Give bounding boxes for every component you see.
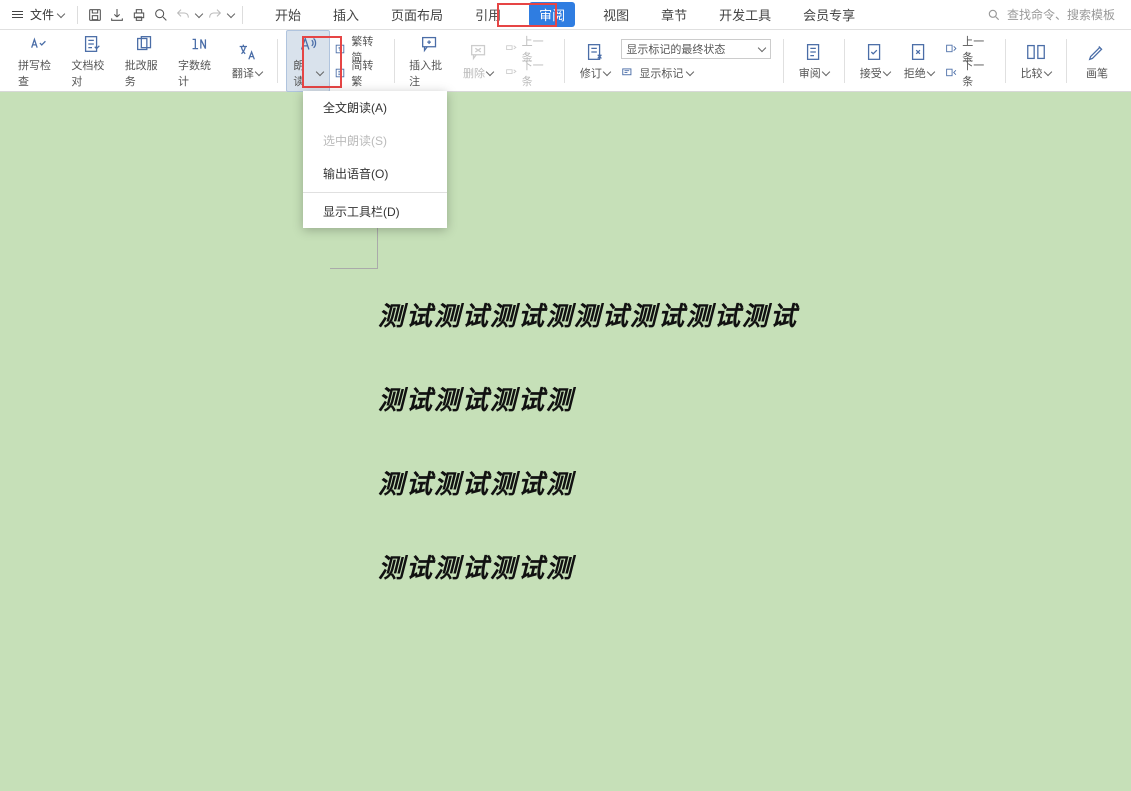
delete-comment-button[interactable]: 删除 bbox=[457, 39, 501, 83]
print-icon[interactable] bbox=[128, 4, 150, 26]
undo-icon[interactable] bbox=[172, 4, 194, 26]
dropdown-read-all[interactable]: 全文朗读(A) bbox=[303, 91, 447, 124]
divider bbox=[303, 192, 447, 193]
chevron-down-icon bbox=[884, 69, 891, 76]
chevron-down-icon bbox=[317, 69, 324, 76]
separator bbox=[77, 6, 78, 24]
tab-insert[interactable]: 插入 bbox=[329, 1, 363, 28]
trad-to-simp-button[interactable]: 繁转简 bbox=[334, 39, 382, 59]
search-icon bbox=[987, 8, 1001, 22]
chevron-down-icon bbox=[1045, 69, 1052, 76]
dropdown-output-audio[interactable]: 输出语音(O) bbox=[303, 157, 447, 190]
search-box[interactable]: 查找命令、搜索模板 bbox=[987, 6, 1125, 23]
export-icon[interactable] bbox=[106, 4, 128, 26]
separator bbox=[1066, 39, 1067, 83]
separator bbox=[277, 39, 278, 83]
comment-nav-stack: 上一条 下一条 bbox=[501, 39, 557, 83]
document-line[interactable]: 测试测试测试测 bbox=[378, 464, 574, 501]
separator bbox=[564, 39, 565, 83]
redo-dropdown[interactable] bbox=[226, 11, 236, 18]
separator bbox=[394, 39, 395, 83]
chevron-down-icon bbox=[487, 69, 494, 76]
titlebar: 文件 开始 插入 页面布局 引用 审阅 视图 章节 开发工具 会员专享 查找命令… bbox=[0, 0, 1131, 30]
chevron-down-icon bbox=[759, 45, 766, 52]
tab-review[interactable]: 审阅 bbox=[529, 2, 575, 27]
track-changes-button[interactable]: 修订 bbox=[573, 39, 617, 83]
ribbon-review: 拼写检查 文档校对 批改服务 字数统计 翻译 朗读 繁转简 简转繁 插入批注 删… bbox=[0, 30, 1131, 92]
file-menu[interactable]: 文件 bbox=[6, 4, 71, 25]
document-line[interactable]: 测试测试测试测测试测试测试测试 bbox=[378, 296, 798, 333]
review-pane-button[interactable]: 审阅 bbox=[792, 39, 836, 83]
spellcheck-button[interactable]: 拼写检查 bbox=[12, 31, 65, 91]
hamburger-icon bbox=[12, 11, 23, 18]
separator bbox=[242, 6, 243, 24]
change-nav-stack: 上一条 下一条 bbox=[941, 39, 997, 83]
document-line[interactable]: 测试测试测试测 bbox=[378, 380, 574, 417]
insert-comment-button[interactable]: 插入批注 bbox=[403, 31, 456, 91]
dropdown-read-selection[interactable]: 选中朗读(S) bbox=[303, 124, 447, 157]
undo-dropdown[interactable] bbox=[194, 11, 204, 18]
translate-button[interactable]: 翻译 bbox=[225, 39, 269, 83]
tab-member[interactable]: 会员专享 bbox=[799, 1, 859, 28]
tab-developer[interactable]: 开发工具 bbox=[715, 1, 775, 28]
read-aloud-button[interactable]: 朗读 bbox=[286, 30, 330, 92]
pen-button[interactable]: 画笔 bbox=[1075, 39, 1119, 83]
prev-change-button[interactable]: 上一条 bbox=[945, 39, 993, 59]
dropdown-show-toolbar[interactable]: 显示工具栏(D) bbox=[303, 195, 447, 228]
track-display-select[interactable]: 显示标记的最终状态 bbox=[621, 39, 771, 59]
proofread-button[interactable]: 文档校对 bbox=[65, 31, 118, 91]
simp-to-trad-button[interactable]: 简转繁 bbox=[334, 63, 382, 83]
track-display-stack: 显示标记的最终状态 显示标记 bbox=[617, 39, 775, 83]
chevron-down-icon bbox=[823, 69, 830, 76]
show-markup-button[interactable]: 显示标记 bbox=[621, 63, 771, 83]
reject-button[interactable]: 拒绝 bbox=[897, 39, 941, 83]
separator bbox=[1005, 39, 1006, 83]
prev-comment-button[interactable]: 上一条 bbox=[505, 39, 553, 59]
convert-stack: 繁转简 简转繁 bbox=[330, 39, 386, 83]
print-preview-icon[interactable] bbox=[150, 4, 172, 26]
chevron-down-icon bbox=[58, 11, 65, 18]
chevron-down-icon bbox=[604, 69, 611, 76]
tab-sections[interactable]: 章节 bbox=[657, 1, 691, 28]
tab-start[interactable]: 开始 bbox=[271, 1, 305, 28]
save-icon[interactable] bbox=[84, 4, 106, 26]
undo-group bbox=[172, 4, 204, 26]
chevron-down-icon bbox=[928, 69, 935, 76]
tab-page-layout[interactable]: 页面布局 bbox=[387, 1, 447, 28]
search-placeholder: 查找命令、搜索模板 bbox=[1007, 6, 1115, 23]
wordcount-button[interactable]: 字数统计 bbox=[172, 31, 225, 91]
next-comment-button[interactable]: 下一条 bbox=[505, 63, 553, 83]
file-menu-label: 文件 bbox=[30, 6, 54, 23]
separator bbox=[844, 39, 845, 83]
redo-icon[interactable] bbox=[204, 4, 226, 26]
batch-button[interactable]: 批改服务 bbox=[119, 31, 172, 91]
next-change-button[interactable]: 下一条 bbox=[945, 63, 993, 83]
tab-references[interactable]: 引用 bbox=[471, 1, 505, 28]
tab-view[interactable]: 视图 bbox=[599, 1, 633, 28]
chevron-down-icon bbox=[687, 69, 694, 76]
chevron-down-icon bbox=[256, 69, 263, 76]
read-aloud-dropdown: 全文朗读(A) 选中朗读(S) 输出语音(O) 显示工具栏(D) bbox=[303, 91, 447, 228]
accept-button[interactable]: 接受 bbox=[853, 39, 897, 83]
document-line[interactable]: 测试测试测试测 bbox=[378, 548, 574, 585]
separator bbox=[783, 39, 784, 83]
tab-bar: 开始 插入 页面布局 引用 审阅 视图 章节 开发工具 会员专享 bbox=[271, 1, 859, 28]
compare-button[interactable]: 比较 bbox=[1014, 39, 1058, 83]
document-canvas[interactable]: 测试测试测试测测试测试测试测试 测试测试测试测 测试测试测试测 测试测试测试测 bbox=[0, 92, 1131, 791]
redo-group bbox=[204, 4, 236, 26]
